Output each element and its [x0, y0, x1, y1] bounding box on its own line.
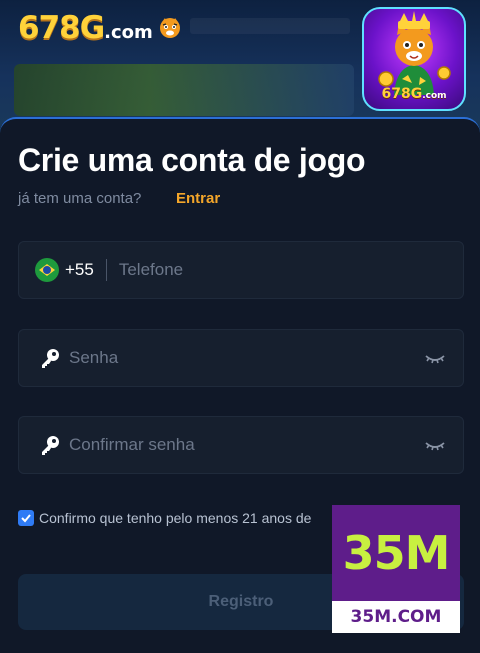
login-prompt: já tem uma conta? — [18, 190, 142, 207]
confirm-password-field[interactable] — [18, 416, 464, 474]
badge-small-text: 35M.COM — [350, 607, 442, 627]
checkmark-icon — [21, 514, 31, 523]
terms-row: Confirmo que tenho pelo menos 21 anos de — [18, 510, 311, 526]
password-input[interactable] — [69, 348, 425, 368]
dial-code[interactable]: +55 — [65, 260, 94, 280]
password-field[interactable] — [18, 329, 464, 387]
logo-suffix: .com — [104, 22, 153, 43]
terms-label: Confirmo que tenho pelo menos 21 anos de — [39, 510, 312, 526]
site-logo[interactable]: 678G .com — [18, 10, 183, 46]
app-icon-label: 678G.com — [381, 86, 447, 102]
header-nav-placeholder — [190, 18, 350, 34]
tiger-mascot-icon — [159, 18, 180, 38]
login-link[interactable]: Entrar — [176, 190, 220, 207]
confirm-password-input[interactable] — [69, 435, 425, 455]
badge-top: 35M — [332, 505, 460, 601]
promo-banner-background — [14, 64, 354, 116]
phone-field[interactable]: +55 — [18, 241, 464, 299]
app-icon[interactable]: 678G.com — [362, 7, 466, 111]
logo-text: 678G — [18, 10, 105, 46]
key-icon — [42, 436, 59, 455]
eye-closed-icon[interactable] — [425, 438, 445, 452]
brazil-flag-icon[interactable] — [35, 258, 59, 282]
field-divider — [105, 259, 107, 281]
watermark-badge: 35M 35M.COM — [332, 505, 460, 633]
phone-input[interactable] — [118, 260, 463, 280]
badge-big-text: 35M — [342, 526, 451, 580]
eye-closed-icon[interactable] — [425, 351, 445, 365]
key-icon — [42, 349, 59, 368]
page-title: Crie uma conta de jogo — [18, 142, 366, 178]
terms-checkbox[interactable] — [18, 510, 34, 526]
